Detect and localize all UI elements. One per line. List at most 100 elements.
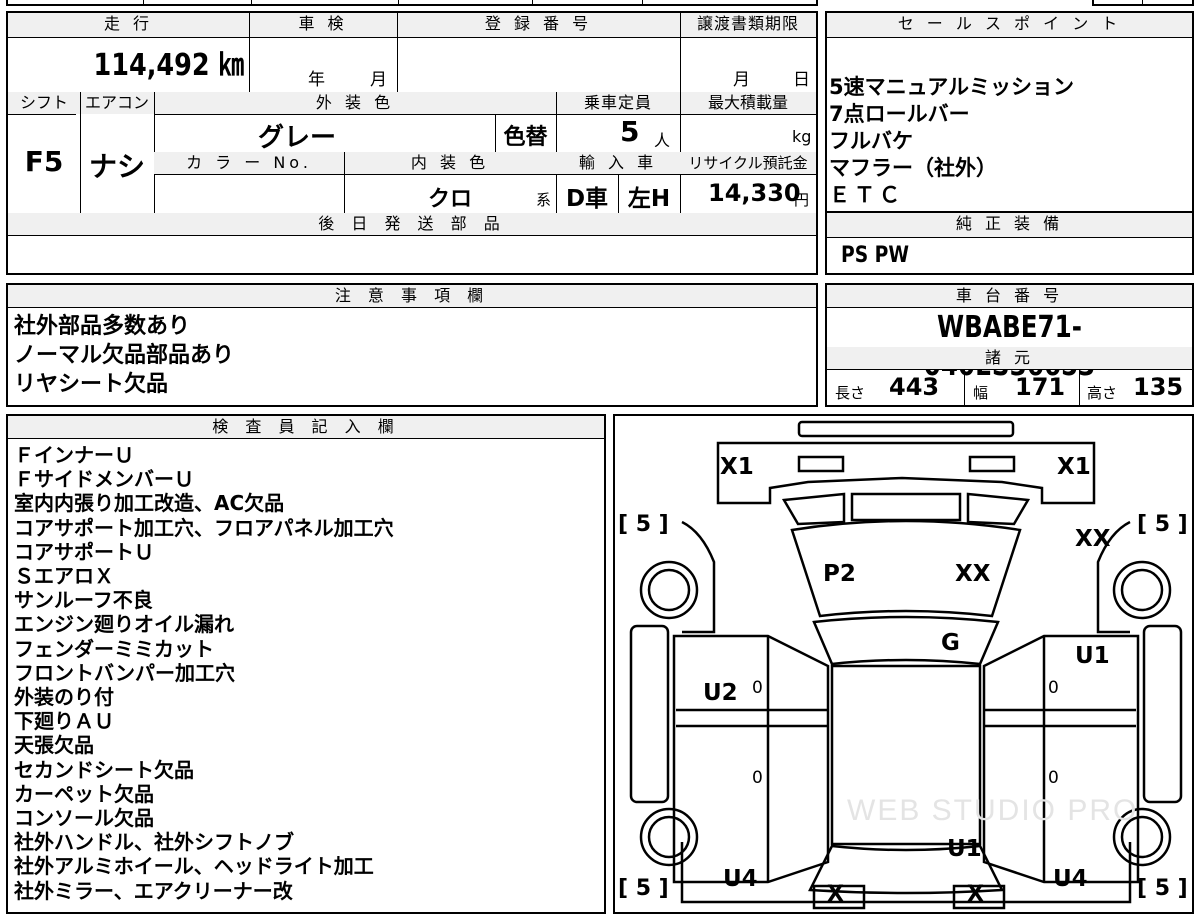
mark-u1-right: U1	[1075, 643, 1110, 669]
inspector-item: フロントバンパー加工穴	[14, 660, 235, 685]
recycle-header: リサイクル預託金	[680, 152, 816, 174]
fender-front-left-shape	[681, 520, 716, 634]
mark-xx-right: XX	[1075, 526, 1111, 552]
inspector-item: セカンドシート欠品	[14, 757, 194, 782]
inspector-item: コンソール欠品	[14, 806, 154, 831]
height-label: 高さ	[1087, 384, 1118, 402]
inspector-item: 下廻りＡＵ	[14, 709, 114, 734]
deadline-day: 日	[793, 70, 810, 90]
inspector-item: 天張欠品	[14, 733, 94, 758]
sales-points-header: セ ー ル ス ポ イ ン ト	[827, 13, 1192, 37]
sales-point-item: マフラー（社外）	[829, 156, 997, 180]
capacity-value: 5	[620, 115, 640, 148]
inspector-item: 外装のり付	[14, 685, 114, 710]
notes-box: 注 意 事 項 欄 社外部品多数あり ノーマル欠品部品あり リヤシート欠品	[6, 283, 818, 407]
mark-x-bottom-right: X	[967, 882, 984, 907]
mileage-header: 走 行	[8, 13, 249, 37]
interior-suffix: 系	[536, 191, 552, 209]
watermark-text: WEB STUDIO PRO	[847, 794, 1139, 827]
grille-right-shape	[966, 492, 1031, 526]
inspector-item: ＦインナーＵ	[14, 443, 134, 467]
shift-value: F5	[24, 145, 64, 178]
color-no-header: カ ラ ー No.	[154, 152, 344, 174]
tire-tread-rear-left: [ 5 ]	[618, 876, 669, 901]
height-value: 135	[1133, 373, 1184, 401]
recycle-unit: 円	[794, 191, 810, 209]
sales-point-item: 5速マニュアルミッション	[829, 75, 1074, 99]
spec-header: 諸 元	[827, 347, 1192, 369]
tire-tread-front-right: [ 5 ]	[1137, 512, 1188, 537]
car-diagram-box: WEB STUDIO PRO [ 5 ] [ 5 ] [ 5 ] [ 5 ] X…	[613, 414, 1194, 914]
mark-x-bottom-left: X	[827, 882, 844, 907]
mark-xx-center: XX	[955, 561, 991, 587]
mark-x1-right: X1	[1057, 454, 1091, 480]
aircon-value: ナシ	[88, 150, 145, 183]
inspector-item: 室内内張り加工改造、AC欠品	[14, 491, 285, 516]
grille-center-shape	[850, 492, 962, 522]
interior-color-header: 内 装 色	[344, 152, 556, 174]
zero-marker: 0	[752, 768, 763, 788]
inspector-box: 検 査 員 記 入 欄 ＦインナーＵ ＦサイドメンバーＵ 室内内張り加工改造、A…	[6, 414, 606, 914]
max-load-unit: kg	[792, 127, 812, 146]
vehicle-info-table: 走 行 車 検 登 録 番 号 譲渡書類期限 114,492 ㎞ 年 月 月 日…	[6, 11, 818, 275]
deadline-month: 月	[733, 70, 750, 90]
inspector-item: エンジン廻りオイル漏れ	[14, 612, 234, 637]
recycle-value: 14,330	[708, 179, 801, 207]
windshield-shape	[812, 615, 1000, 666]
headlight-left-shape	[797, 455, 845, 473]
import-header: 輸 入 車	[556, 152, 680, 174]
genuine-equipment-box: 純 正 装 備 PS PW	[825, 211, 1194, 275]
inspector-item: 社外ハンドル、社外シフトノブ	[14, 830, 294, 855]
width-value: 171	[1015, 373, 1066, 401]
chassis-header: 車 台 番 号	[827, 285, 1192, 307]
sales-point-item: 7点ロールバー	[829, 102, 970, 126]
mark-g: G	[941, 630, 960, 656]
max-load-header: 最大積載量	[680, 92, 816, 114]
inspector-item: ＳエアロＸ	[14, 564, 114, 589]
inspection-month: 月	[370, 70, 387, 90]
note-item: リヤシート欠品	[14, 372, 169, 397]
note-item: ノーマル欠品部品あり	[14, 343, 235, 368]
width-label: 幅	[973, 384, 989, 402]
steering-side: 左H	[627, 186, 671, 212]
mark-p2: P2	[823, 561, 856, 587]
sales-point-item: ＥＴＣ	[829, 183, 904, 207]
exterior-color-value: グレー	[258, 123, 337, 153]
right-rocker-shape	[1142, 624, 1183, 804]
zero-marker: 0	[752, 678, 763, 698]
color-change-label: 色替	[503, 125, 548, 150]
inspector-item: フェンダーミミカット	[14, 636, 214, 661]
mark-x1-left: X1	[720, 454, 754, 480]
mark-u2-left: U2	[703, 680, 738, 706]
grille-left-shape	[781, 492, 846, 526]
inspector-item: コアサポート加工穴、フロアパネル加工穴	[14, 515, 394, 540]
inspection-year: 年	[308, 70, 325, 90]
inspector-header: 検 査 員 記 入 欄	[8, 416, 604, 438]
zero-marker: 0	[1048, 768, 1059, 788]
length-label: 長さ	[835, 384, 866, 402]
inspector-item: カーペット欠品	[14, 781, 154, 806]
inspection-header: 車 検	[249, 13, 397, 37]
sales-point-item: フルバケ	[829, 129, 913, 153]
notes-list: 社外部品多数あり ノーマル欠品部品あり リヤシート欠品	[14, 315, 234, 397]
top-strip-right	[1092, 0, 1194, 6]
chassis-box: 車 台 番 号 WBABE71-040ES36653 諸 元 長さ 443 幅 …	[825, 283, 1194, 407]
front-bumper-shape	[797, 420, 1015, 438]
interior-color-value: クロ	[428, 187, 473, 212]
aircon-header: エアコン	[80, 92, 154, 114]
note-item: 社外部品多数あり	[14, 314, 191, 339]
notes-header: 注 意 事 項 欄	[8, 285, 816, 307]
inspector-item: コアサポートＵ	[14, 539, 154, 564]
inspector-item: 社外アルミホイール、ヘッドライト加工	[14, 854, 374, 879]
shift-header: シフト	[8, 92, 80, 114]
later-parts-header: 後 日 発 送 部 品	[8, 213, 816, 235]
inspector-list: ＦインナーＵ ＦサイドメンバーＵ 室内内張り加工改造、AC欠品 コアサポート加工…	[14, 443, 394, 903]
genuine-equipment-header: 純 正 装 備	[827, 213, 1192, 237]
sales-points-list: 5速マニュアルミッション 7点ロールバー フルバケ マフラー（社外） ＥＴＣ	[829, 74, 1074, 209]
tire-tread-rear-right: [ 5 ]	[1137, 876, 1188, 901]
inspector-item: 社外ミラー、エアクリーナー改	[14, 878, 293, 903]
top-strip	[6, 0, 818, 6]
length-value: 443	[889, 373, 940, 401]
left-rocker-shape	[629, 624, 670, 804]
exterior-color-header: 外 装 色	[154, 92, 556, 114]
